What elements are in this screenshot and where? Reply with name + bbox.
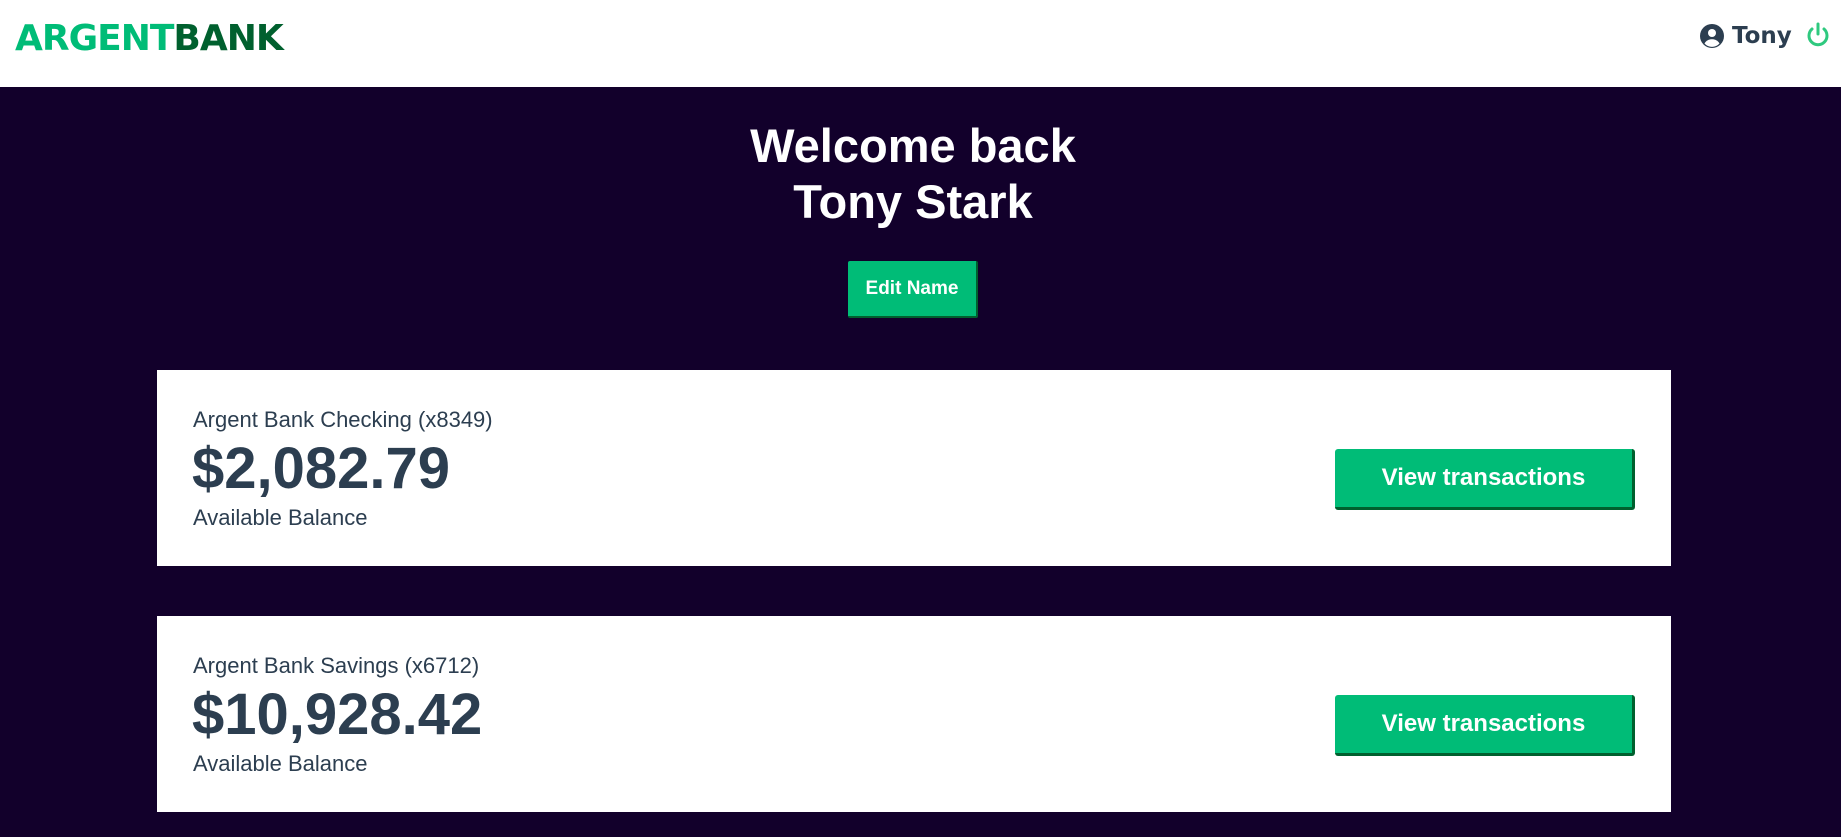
- edit-name-button[interactable]: Edit Name: [848, 261, 978, 318]
- user-profile-link[interactable]: Tony: [1700, 23, 1792, 49]
- user-full-name: Tony Stark: [793, 175, 1033, 228]
- top-nav: ARGENTBANK Tony: [0, 0, 1841, 87]
- account-description: Available Balance: [193, 505, 368, 530]
- power-icon[interactable]: [1806, 22, 1830, 48]
- welcome-heading: Welcome back Tony Stark: [0, 118, 1826, 230]
- account-amount: $10,928.42: [192, 682, 483, 747]
- user-name: Tony: [1732, 23, 1792, 49]
- user-circle-icon: [1700, 24, 1724, 48]
- logo-bank: BANK: [173, 18, 283, 59]
- account-amount: $2,082.79: [192, 436, 451, 501]
- logo-argent: ARGENT: [15, 18, 174, 59]
- account-card: Argent Bank Checking (x8349) $2,082.79 A…: [157, 370, 1671, 566]
- view-transactions-button[interactable]: View transactions: [1335, 695, 1635, 756]
- account-title: Argent Bank Checking (x8349): [193, 407, 493, 432]
- account-title: Argent Bank Savings (x6712): [193, 653, 480, 678]
- account-card: Argent Bank Savings (x6712) $10,928.42 A…: [157, 616, 1671, 812]
- view-transactions-button[interactable]: View transactions: [1335, 449, 1635, 510]
- account-description: Available Balance: [193, 751, 368, 776]
- logo[interactable]: ARGENTBANK: [15, 18, 284, 59]
- welcome-line: Welcome back: [750, 119, 1076, 172]
